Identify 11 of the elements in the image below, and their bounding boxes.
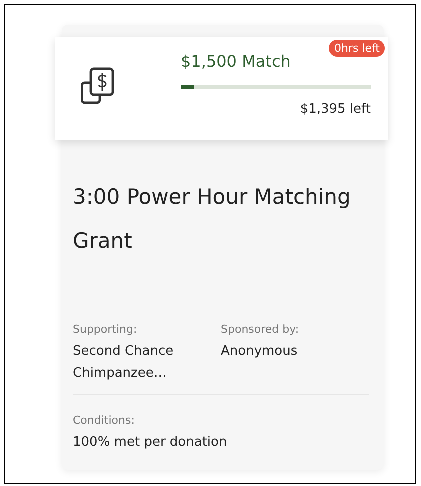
detail-label: Supporting: <box>73 322 138 338</box>
detail-label: Sponsored by: <box>221 322 300 338</box>
money-icon <box>81 67 115 105</box>
detail-value: Second Chance Chimpanzee… <box>73 343 175 383</box>
remaining-amount: $1,395 left <box>300 102 371 117</box>
detail-value: Anonymous <box>221 343 299 361</box>
match-amount: $1,500 Match <box>181 52 292 71</box>
detail-value: 100% met per donation <box>73 434 228 452</box>
grant-title: 3:00 Power Hour Matching Grant <box>73 184 352 255</box>
detail-label: Conditions: <box>73 413 136 429</box>
time-left-badge: 0hrs left <box>329 40 385 57</box>
